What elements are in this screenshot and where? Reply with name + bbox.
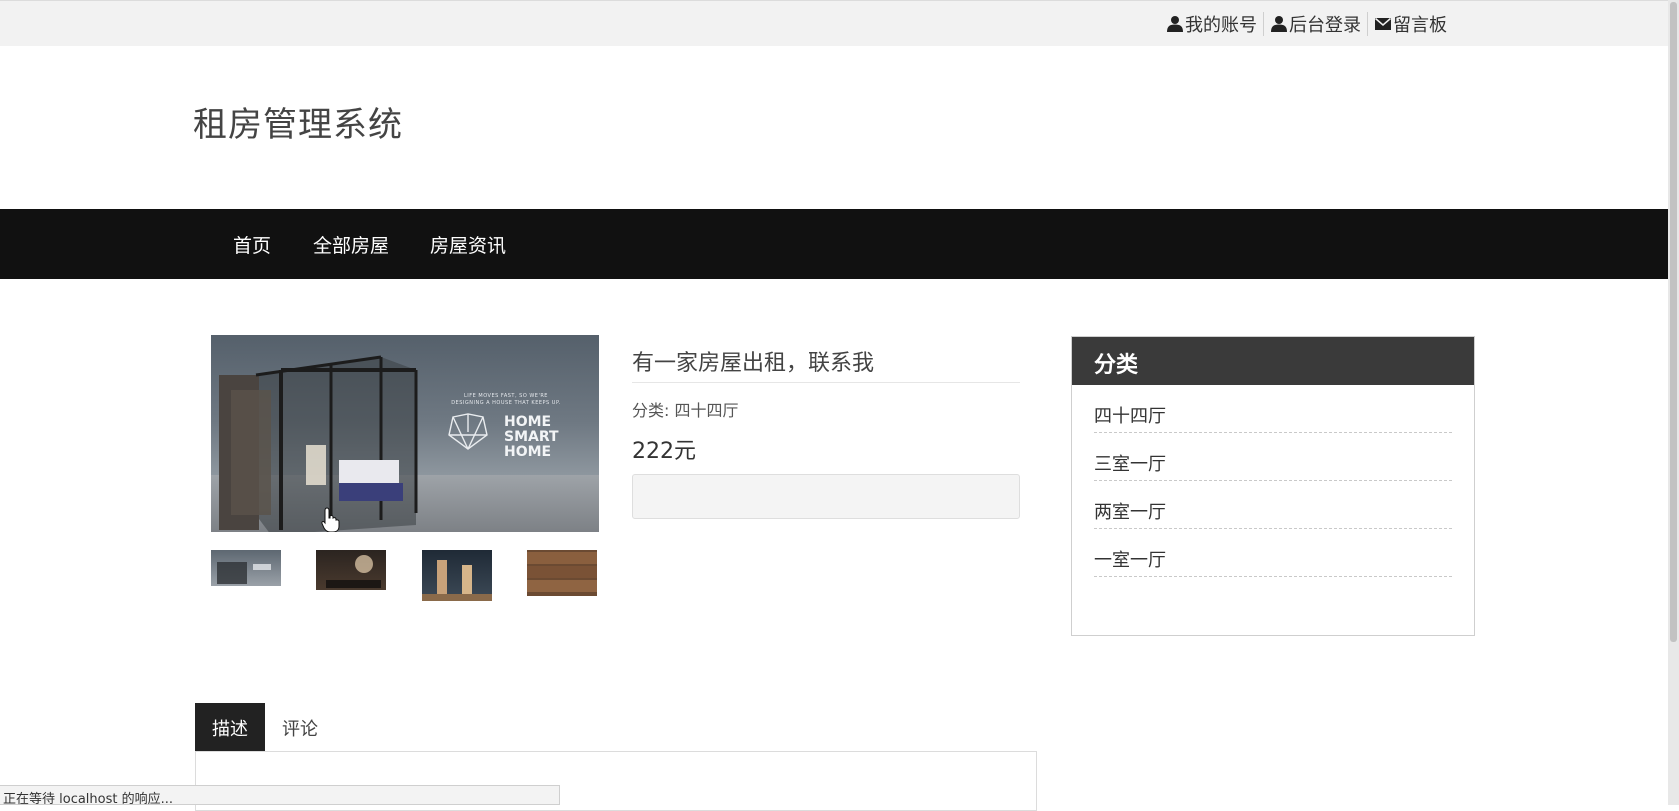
thumbnail-3[interactable]	[422, 550, 492, 601]
thumbnail-2[interactable]	[316, 550, 386, 590]
product-price: 222元	[632, 439, 696, 464]
nav-item-house-news[interactable]: 房屋资讯	[430, 231, 506, 258]
product-category: 分类: 四十四厅	[632, 401, 739, 420]
category-item[interactable]: 两室一厅	[1094, 481, 1452, 529]
hand-cursor-icon	[321, 507, 340, 532]
nav-item-all-houses[interactable]: 全部房屋	[313, 231, 389, 258]
image-tagline-2: DESIGNING A HOUSE THAT KEEPS UP.	[451, 400, 561, 406]
thumbnail-bookshelf-icon	[527, 552, 597, 592]
browser-status-bar: 正在等待 localhost 的响应...	[0, 785, 560, 807]
admin-login-link[interactable]: 后台登录	[1263, 12, 1367, 36]
product-title: 有一家房屋出租，联系我	[632, 351, 875, 376]
product-main-image[interactable]: LIFE MOVES FAST, SO WE'RE DESIGNING A HO…	[211, 335, 599, 532]
message-board-label: 留言板	[1393, 15, 1447, 36]
category-item[interactable]: 四十四厅	[1094, 385, 1452, 433]
scrollbar-thumb[interactable]	[1670, 2, 1677, 642]
image-brand-3: HOME	[504, 444, 551, 460]
main-nav: 首页 全部房屋 房屋资讯	[0, 209, 1668, 279]
house-illustration: LIFE MOVES FAST, SO WE'RE DESIGNING A HO…	[219, 355, 561, 532]
top-bar: 我的账号 后台登录 留言板	[0, 0, 1668, 46]
image-brand-2: SMART	[504, 429, 559, 445]
product-empty-box	[632, 474, 1020, 519]
home-logo-icon	[448, 413, 488, 450]
thumbnail-people-icon	[422, 560, 492, 601]
category-item[interactable]: 一室一厅	[1094, 529, 1452, 577]
admin-login-label: 后台登录	[1289, 15, 1361, 36]
message-board-link[interactable]: 留言板	[1367, 12, 1453, 36]
my-account-link[interactable]: 我的账号	[1160, 12, 1263, 36]
thumbnail-1[interactable]	[211, 550, 281, 586]
thumbnail-lamp-icon	[326, 555, 381, 588]
my-account-label: 我的账号	[1185, 15, 1257, 36]
detail-tabs: 描述 评论	[195, 703, 335, 751]
category-panel: 分类 四十四厅 三室一厅 两室一厅 一室一厅	[1071, 336, 1475, 636]
user-icon	[1271, 16, 1287, 32]
user-icon	[1167, 16, 1183, 32]
product-divider	[632, 382, 1020, 383]
envelope-icon	[1375, 17, 1391, 30]
category-list: 四十四厅 三室一厅 两室一厅 一室一厅	[1072, 385, 1474, 577]
site-title: 租房管理系统	[193, 105, 403, 145]
category-panel-title: 分类	[1072, 337, 1474, 385]
category-item[interactable]: 三室一厅	[1094, 433, 1452, 481]
tab-description[interactable]: 描述	[195, 703, 265, 751]
nav-item-home[interactable]: 首页	[233, 231, 271, 258]
top-links: 我的账号 后台登录 留言板	[1160, 12, 1453, 36]
image-brand-1: HOME	[504, 414, 551, 430]
thumbnail-4[interactable]	[527, 550, 597, 596]
page-scrollbar[interactable]	[1668, 0, 1679, 805]
tab-comments[interactable]: 评论	[265, 703, 335, 751]
image-tagline-1: LIFE MOVES FAST, SO WE'RE	[464, 393, 548, 399]
thumbnail-house-icon	[217, 562, 271, 584]
